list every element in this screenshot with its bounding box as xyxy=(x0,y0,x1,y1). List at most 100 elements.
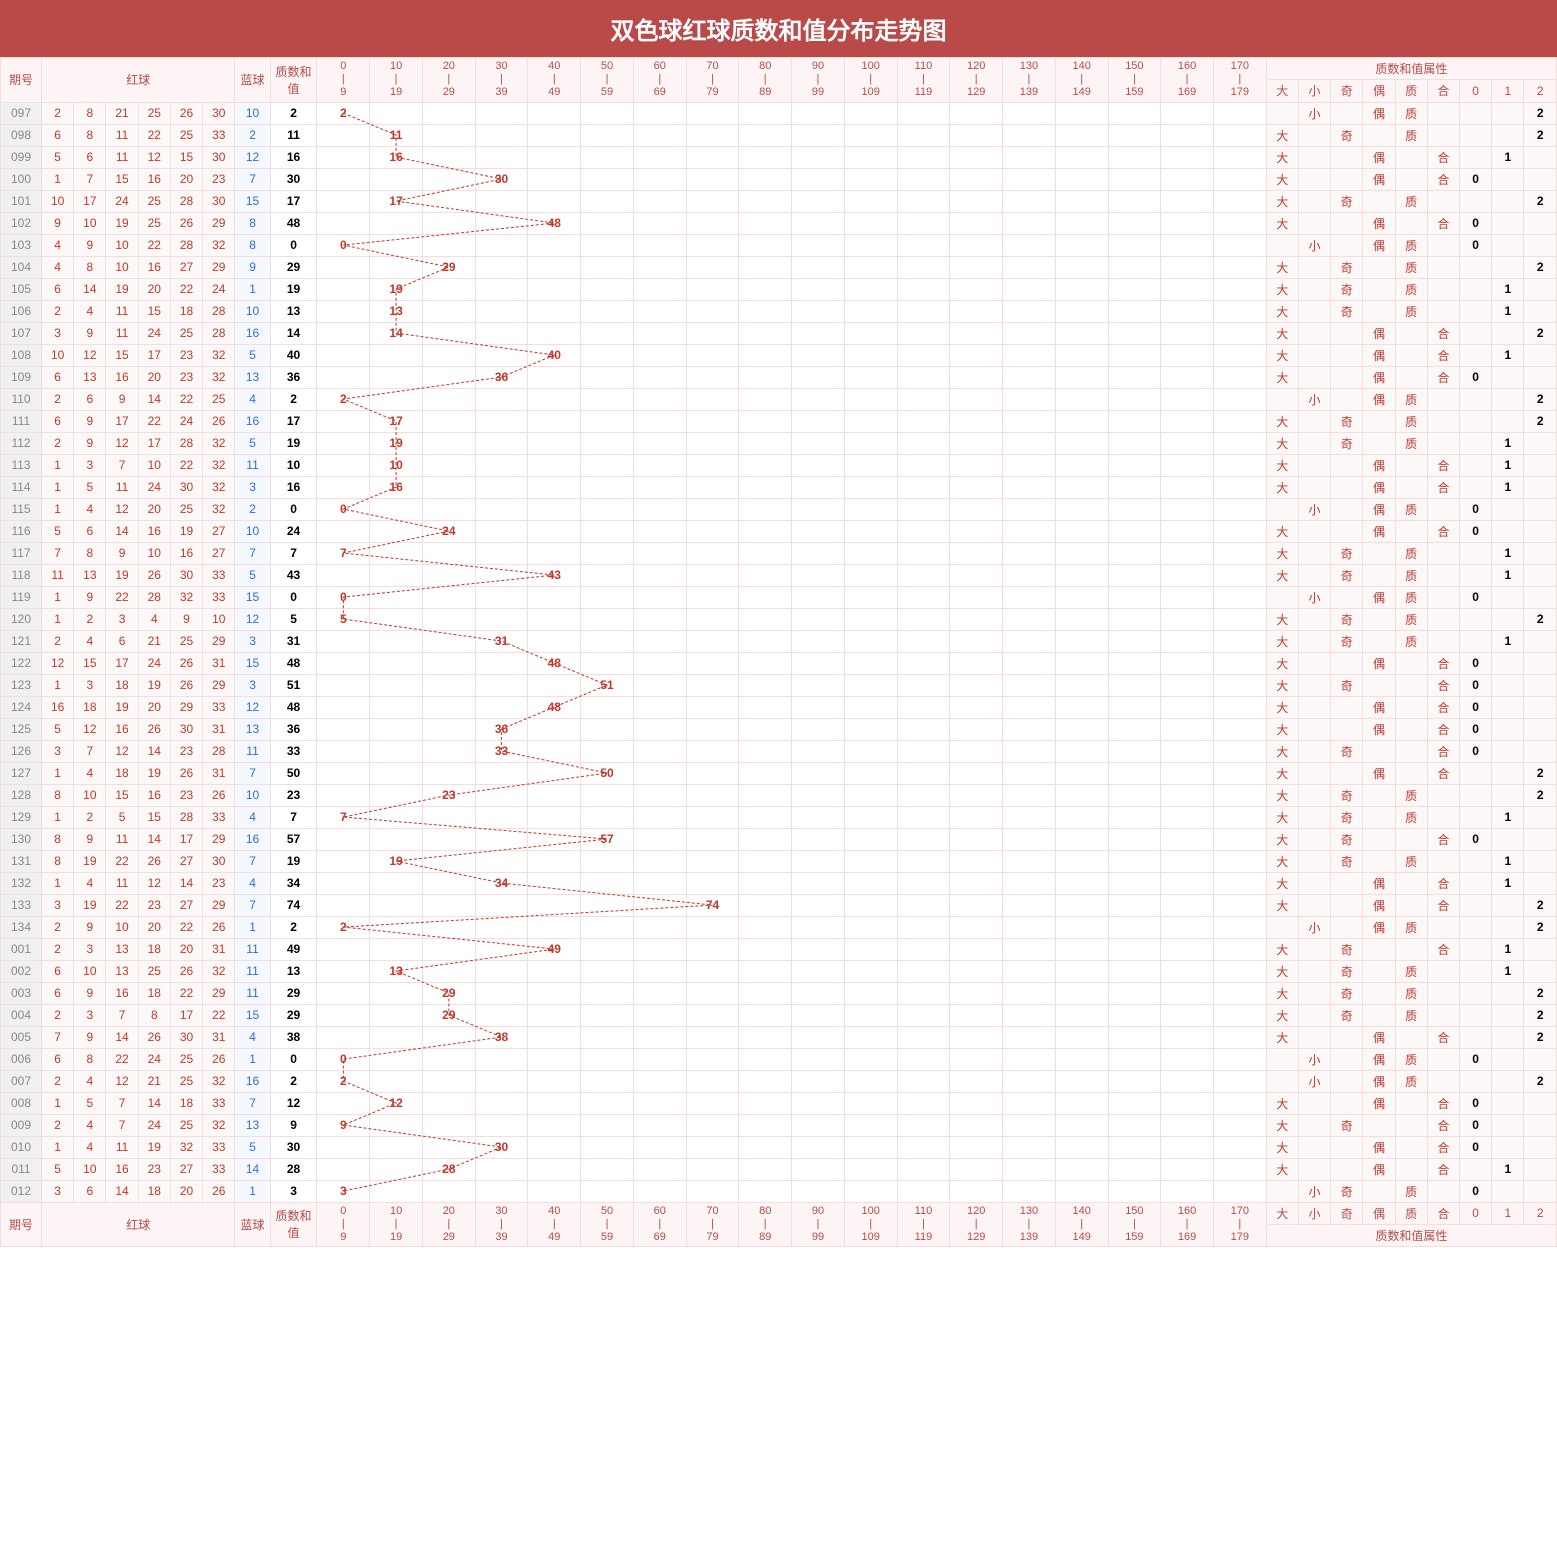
cell-range-7 xyxy=(686,982,739,1004)
cell-small xyxy=(1298,190,1330,212)
cell-odd: 奇 xyxy=(1331,190,1363,212)
cell-sum: 29 xyxy=(270,256,317,278)
cell-red-0: 2 xyxy=(42,1004,74,1026)
cell-range-8 xyxy=(739,146,792,168)
cell-small xyxy=(1298,806,1330,828)
cell-range-9 xyxy=(792,366,845,388)
cell-range-13 xyxy=(1003,894,1056,916)
cell-range-10 xyxy=(844,1114,897,1136)
cell-period: 127 xyxy=(1,762,42,784)
cell-range-12 xyxy=(950,102,1003,124)
cell-red-2: 10 xyxy=(106,916,138,938)
cell-range-8 xyxy=(739,652,792,674)
cell-range-5 xyxy=(581,212,634,234)
cell-period: 102 xyxy=(1,212,42,234)
cell-range-10 xyxy=(844,630,897,652)
cell-blue: 10 xyxy=(235,520,270,542)
cell-t0 xyxy=(1460,762,1492,784)
cell-range-13 xyxy=(1003,124,1056,146)
cell-range-10 xyxy=(844,300,897,322)
cell-red-5: 27 xyxy=(203,542,235,564)
cell-odd: 奇 xyxy=(1331,256,1363,278)
cell-t0: 0 xyxy=(1460,828,1492,850)
cell-range-17 xyxy=(1213,608,1266,630)
cell-red-4: 26 xyxy=(170,762,202,784)
cell-red-2: 19 xyxy=(106,212,138,234)
cell-range-12 xyxy=(950,212,1003,234)
cell-red-0: 9 xyxy=(42,212,74,234)
cell-red-5: 29 xyxy=(203,828,235,850)
cell-red-2: 7 xyxy=(106,454,138,476)
cell-range-17 xyxy=(1213,498,1266,520)
cell-sum: 7 xyxy=(270,806,317,828)
cell-comp xyxy=(1427,784,1459,806)
cell-t0: 0 xyxy=(1460,1136,1492,1158)
cell-comp xyxy=(1427,124,1459,146)
cell-range-0: 0 xyxy=(317,1048,370,1070)
cell-even: 偶 xyxy=(1363,1070,1395,1092)
cell-big: 大 xyxy=(1266,344,1298,366)
cell-range-12 xyxy=(950,1136,1003,1158)
cell-range-12 xyxy=(950,366,1003,388)
cell-red-4: 25 xyxy=(170,630,202,652)
cell-big: 大 xyxy=(1266,982,1298,1004)
cell-range-9 xyxy=(792,872,845,894)
cell-range-6 xyxy=(633,300,686,322)
cell-range-16 xyxy=(1161,124,1214,146)
cell-range-1 xyxy=(370,982,423,1004)
cell-red-5: 33 xyxy=(203,586,235,608)
cell-t2 xyxy=(1524,652,1557,674)
cell-odd: 奇 xyxy=(1331,1004,1363,1026)
cell-range-1 xyxy=(370,872,423,894)
cell-range-4 xyxy=(528,718,581,740)
cell-range-8 xyxy=(739,124,792,146)
cell-range-10 xyxy=(844,894,897,916)
cell-t2 xyxy=(1524,146,1557,168)
cell-range-12 xyxy=(950,344,1003,366)
cell-red-2: 9 xyxy=(106,542,138,564)
cell-big: 大 xyxy=(1266,278,1298,300)
cell-small xyxy=(1298,146,1330,168)
cell-t0: 0 xyxy=(1460,740,1492,762)
cell-range-14 xyxy=(1055,124,1108,146)
cell-range-17 xyxy=(1213,102,1266,124)
hdr-red: 红球 xyxy=(42,58,235,103)
cell-range-14 xyxy=(1055,102,1108,124)
cell-red-2: 11 xyxy=(106,322,138,344)
cell-prime: 质 xyxy=(1395,1004,1427,1026)
cell-range-15 xyxy=(1108,652,1161,674)
cell-range-7 xyxy=(686,366,739,388)
cell-period: 134 xyxy=(1,916,42,938)
cell-range-14 xyxy=(1055,344,1108,366)
cell-comp xyxy=(1427,608,1459,630)
cell-t0 xyxy=(1460,432,1492,454)
cell-range-3 xyxy=(475,102,528,124)
cell-range-11 xyxy=(897,410,950,432)
cell-range-1: 13 xyxy=(370,960,423,982)
cell-t1 xyxy=(1492,740,1524,762)
cell-range-16 xyxy=(1161,1158,1214,1180)
cell-blue: 7 xyxy=(235,894,270,916)
cell-range-14 xyxy=(1055,278,1108,300)
cell-big xyxy=(1266,102,1298,124)
cell-red-2: 15 xyxy=(106,784,138,806)
cell-range-13 xyxy=(1003,1026,1056,1048)
cell-range-13 xyxy=(1003,212,1056,234)
cell-red-3: 24 xyxy=(138,1048,170,1070)
cell-t2: 2 xyxy=(1524,784,1557,806)
cell-red-2: 22 xyxy=(106,894,138,916)
cell-even: 偶 xyxy=(1363,1026,1395,1048)
cell-range-2 xyxy=(422,828,475,850)
cell-red-4: 30 xyxy=(170,1026,202,1048)
cell-prime: 质 xyxy=(1395,278,1427,300)
cell-red-1: 6 xyxy=(74,520,106,542)
cell-range-12 xyxy=(950,740,1003,762)
cell-odd xyxy=(1331,1136,1363,1158)
cell-red-3: 15 xyxy=(138,806,170,828)
cell-range-6 xyxy=(633,1048,686,1070)
cell-comp xyxy=(1427,982,1459,1004)
cell-period: 099 xyxy=(1,146,42,168)
cell-even xyxy=(1363,542,1395,564)
cell-t0 xyxy=(1460,916,1492,938)
cell-period: 125 xyxy=(1,718,42,740)
